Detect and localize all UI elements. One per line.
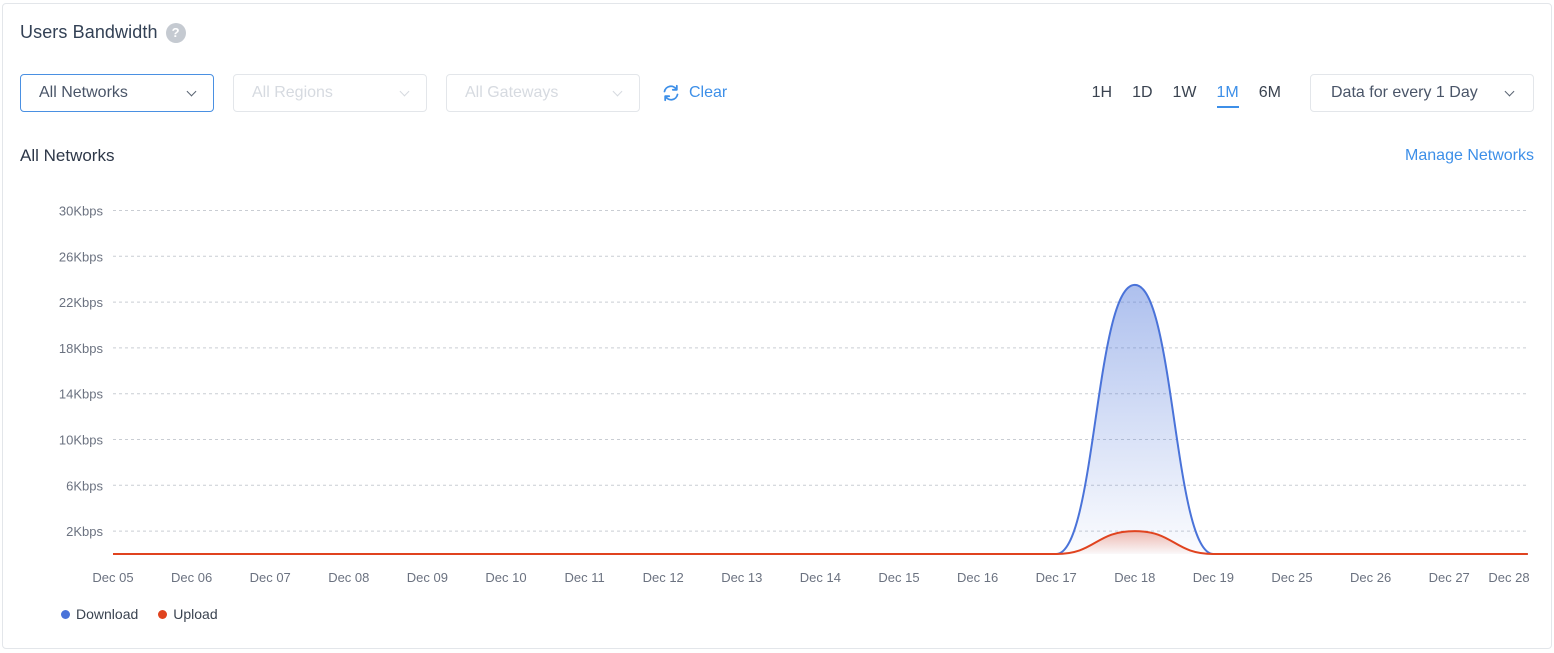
- chevron-down-icon: [1504, 86, 1515, 96]
- range-tab-1h[interactable]: 1H: [1082, 84, 1122, 108]
- chevron-down-icon: [186, 86, 197, 96]
- clear-button[interactable]: Clear: [661, 83, 727, 103]
- range-tab-6m[interactable]: 6M: [1249, 84, 1291, 108]
- help-icon[interactable]: ?: [165, 22, 186, 43]
- gateway-select[interactable]: All Gateways: [446, 74, 640, 112]
- region-select[interactable]: All Regions: [233, 74, 427, 112]
- legend-dot-upload: [158, 609, 168, 619]
- chevron-down-icon: [399, 86, 410, 96]
- range-tab-1w[interactable]: 1W: [1163, 84, 1207, 108]
- refresh-icon: [663, 84, 679, 102]
- clear-label: Clear: [689, 84, 728, 101]
- chart-legend: Download Upload: [61, 606, 218, 622]
- card-title: Users Bandwidth: [20, 22, 158, 42]
- legend-label-download: Download: [76, 606, 139, 622]
- card-header: Users Bandwidth ?: [20, 22, 186, 43]
- range-tab-1m[interactable]: 1M: [1207, 84, 1249, 108]
- interval-select-value: Data for every 1 Day: [1331, 84, 1478, 101]
- filter-bar: All Networks All Regions All Gateways Cl…: [20, 74, 727, 112]
- legend-item-download[interactable]: Download: [61, 606, 138, 622]
- chevron-down-icon: [612, 86, 623, 96]
- legend-item-upload[interactable]: Upload: [158, 606, 218, 622]
- legend-dot-download: [61, 609, 70, 619]
- network-select-value: All Networks: [39, 84, 128, 101]
- interval-select[interactable]: Data for every 1 Day: [1310, 74, 1534, 112]
- network-select[interactable]: All Networks: [20, 74, 214, 112]
- section-title: All Networks: [20, 146, 115, 165]
- legend-label-upload: Upload: [173, 606, 218, 622]
- gateway-select-placeholder: All Gateways: [465, 84, 559, 101]
- time-range-tabs: 1H 1D 1W 1M 6M: [1082, 84, 1291, 108]
- region-select-placeholder: All Regions: [252, 84, 333, 101]
- manage-networks-link[interactable]: Manage Networks: [1405, 147, 1534, 165]
- range-tab-1d[interactable]: 1D: [1122, 84, 1162, 108]
